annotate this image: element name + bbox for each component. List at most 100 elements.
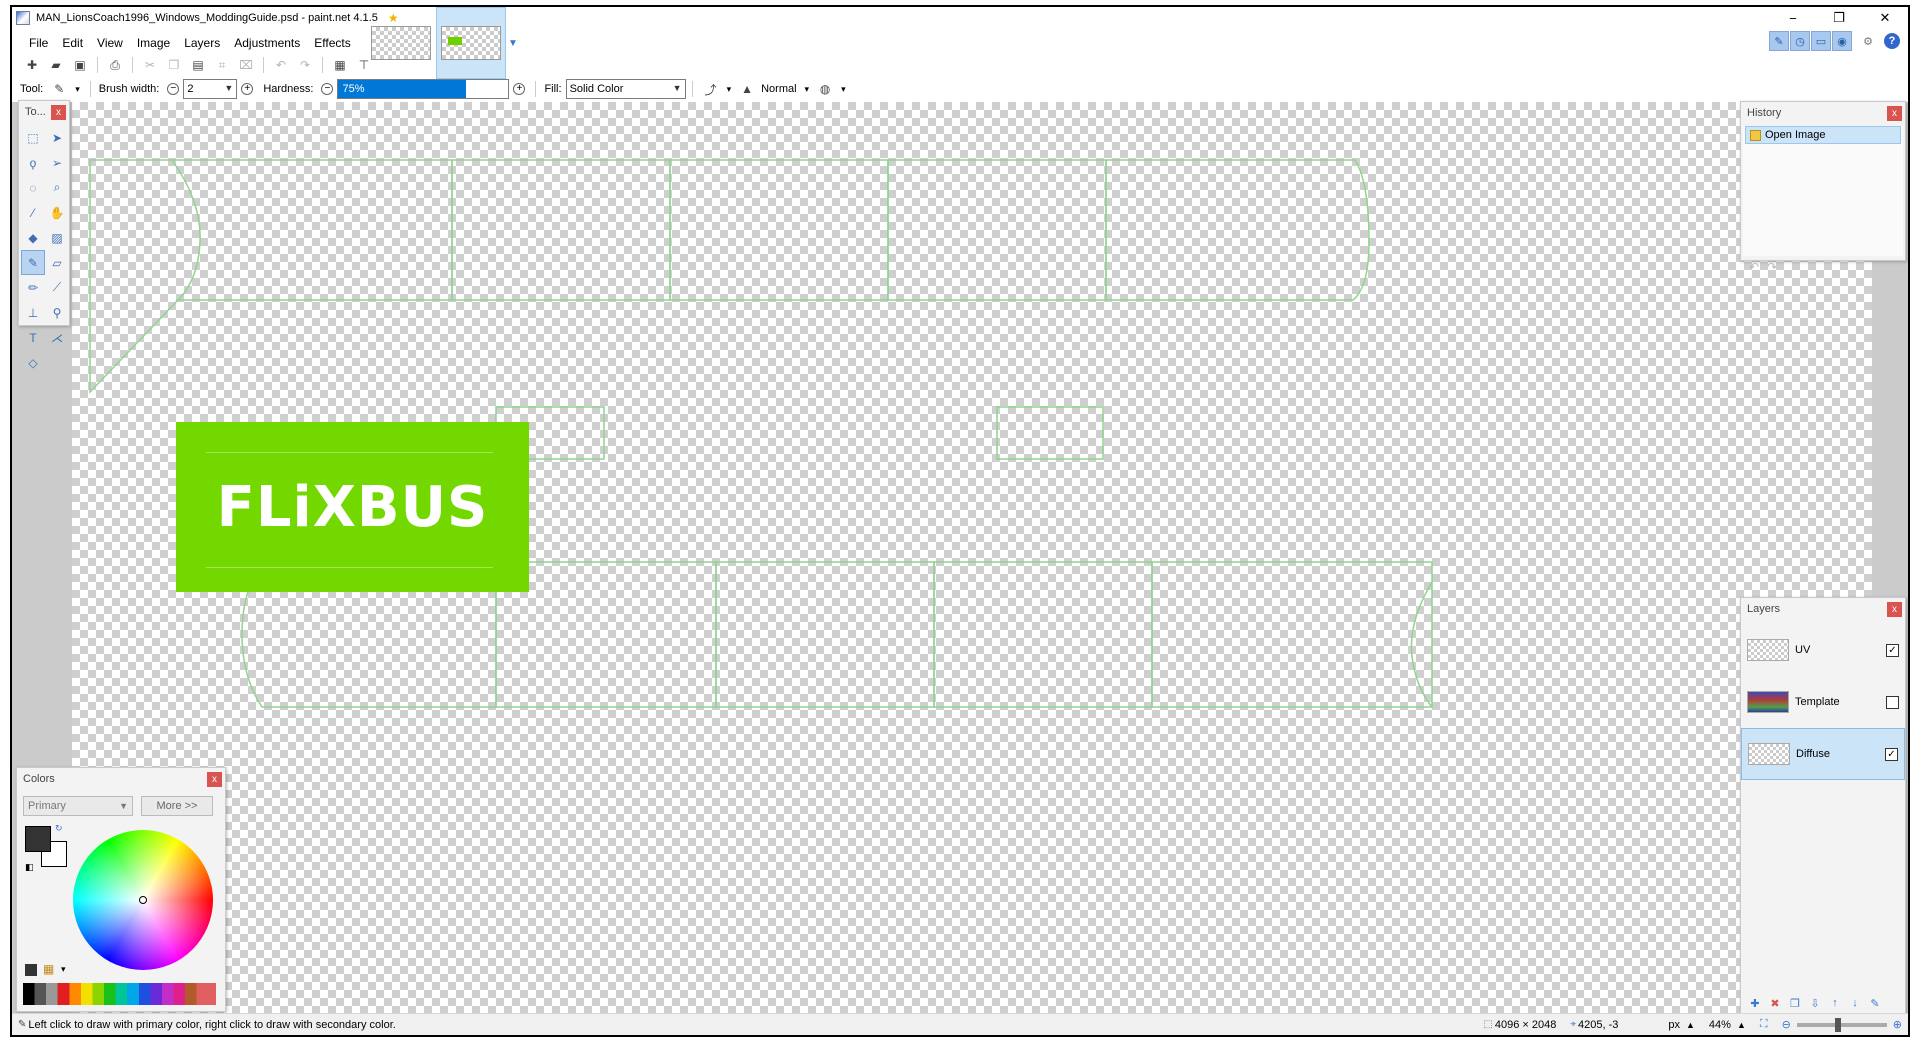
paint-bucket-icon[interactable]: ◆: [21, 225, 45, 250]
move-selection-icon[interactable]: ➢: [45, 150, 69, 175]
duplicate-layer-icon[interactable]: ❐: [1787, 995, 1803, 1011]
help-icon[interactable]: ?: [1884, 33, 1900, 49]
redo-icon[interactable]: ↷: [296, 56, 314, 74]
swap-colors-icon[interactable]: ↻: [55, 823, 63, 834]
blend-mode-dropdown-icon[interactable]: ▾: [805, 84, 810, 95]
move-layer-up-icon[interactable]: ↑: [1827, 995, 1843, 1011]
hardness-slider[interactable]: 75%: [337, 79, 510, 99]
merge-layer-icon[interactable]: ⇩: [1807, 995, 1823, 1011]
menu-edit[interactable]: Edit: [55, 36, 90, 50]
blend-mode-value[interactable]: Normal: [761, 83, 796, 95]
layers-window-icon[interactable]: ▭: [1811, 31, 1831, 51]
menu-layers[interactable]: Layers: [177, 36, 227, 50]
menu-effects[interactable]: Effects: [307, 36, 357, 50]
line-curve-icon[interactable]: ⋌: [45, 325, 69, 350]
tools-window-icon[interactable]: ✎: [1769, 31, 1789, 51]
hardness-decrease-icon[interactable]: −: [321, 83, 334, 95]
crop-icon[interactable]: ⌗: [213, 56, 231, 74]
document-list-dropdown-icon[interactable]: ▼: [506, 7, 520, 79]
open-folder-icon[interactable]: ▰: [47, 56, 65, 74]
menu-image[interactable]: Image: [130, 36, 177, 50]
more-colors-button[interactable]: More >>: [141, 796, 213, 816]
zoom-icon[interactable]: ⌕: [45, 175, 69, 200]
magic-wand-icon[interactable]: ⁄: [21, 200, 45, 225]
colors-window-icon[interactable]: ◉: [1832, 31, 1852, 51]
recolor-icon[interactable]: ⚲: [45, 300, 69, 325]
layer-properties-icon[interactable]: ✎: [1867, 995, 1883, 1011]
layer-visibility-checkbox[interactable]: ✓: [1886, 643, 1899, 657]
new-image-icon[interactable]: ✚: [23, 56, 41, 74]
tool-dropdown-icon[interactable]: ▾: [75, 84, 80, 95]
paintbrush-tool-icon[interactable]: ✎: [50, 80, 68, 98]
grid-icon[interactable]: ▦: [331, 56, 349, 74]
palette-menu-icon[interactable]: ▦: [43, 962, 54, 976]
history-undo-icon[interactable]: ↶: [1749, 260, 1759, 274]
image-canvas[interactable]: FLiXBUS: [72, 102, 1872, 1017]
eraser-icon[interactable]: ▱: [45, 250, 69, 275]
color-picker-icon[interactable]: ⟋: [45, 275, 69, 300]
cut-icon[interactable]: ✂: [141, 56, 159, 74]
delete-layer-icon[interactable]: ✖: [1767, 995, 1783, 1011]
lasso-select-icon[interactable]: ϙ: [21, 150, 45, 175]
close-icon[interactable]: x: [51, 105, 66, 120]
zoom-slider[interactable]: [1796, 1017, 1887, 1032]
primary-color-swatch[interactable]: [25, 826, 51, 852]
unit-select[interactable]: px ▲: [1668, 1019, 1695, 1031]
document-thumb-1[interactable]: [366, 7, 436, 79]
ruler-icon[interactable]: ⊤: [355, 56, 373, 74]
minimize-button[interactable]: −: [1770, 7, 1816, 29]
palette-dropdown-icon[interactable]: ▾: [61, 964, 66, 975]
maximize-button[interactable]: ❐: [1816, 7, 1862, 29]
clone-stamp-icon[interactable]: ⊥: [21, 300, 45, 325]
close-icon[interactable]: x: [1887, 106, 1902, 121]
reset-colors-icon[interactable]: ◧: [25, 862, 34, 873]
menu-view[interactable]: View: [90, 36, 130, 50]
antialiasing-icon[interactable]: ⤴: [702, 80, 720, 98]
zoom-slider-thumb[interactable]: [1834, 1017, 1841, 1032]
history-redo-icon[interactable]: ↷: [1767, 260, 1777, 274]
copy-icon[interactable]: ❐: [165, 56, 183, 74]
pan-hand-icon[interactable]: ✋: [45, 200, 69, 225]
undo-icon[interactable]: ↶: [272, 56, 290, 74]
save-icon[interactable]: ▣: [71, 56, 89, 74]
palette-primary-mini-icon[interactable]: [25, 964, 37, 976]
brush-width-increase-icon[interactable]: +: [241, 83, 254, 95]
deselect-icon[interactable]: ⌧: [237, 56, 255, 74]
menu-adjustments[interactable]: Adjustments: [227, 36, 307, 50]
move-selected-pixels-icon[interactable]: ➤: [45, 125, 69, 150]
fill-mode-select[interactable]: Solid Color ▼: [565, 79, 686, 99]
paste-icon[interactable]: ▤: [189, 56, 207, 74]
hardness-increase-icon[interactable]: +: [513, 83, 526, 95]
brush-width-decrease-icon[interactable]: −: [167, 83, 180, 95]
add-layer-icon[interactable]: ✚: [1747, 995, 1763, 1011]
paintbrush-icon[interactable]: ✎: [21, 250, 45, 275]
zoom-select[interactable]: 44% ▲: [1709, 1019, 1746, 1031]
close-button[interactable]: ✕: [1862, 7, 1908, 29]
layer-visibility-checkbox[interactable]: ✓: [1885, 747, 1898, 761]
antialiasing-dropdown-icon[interactable]: ▾: [727, 84, 732, 95]
layer-row[interactable]: Template: [1741, 676, 1905, 728]
move-layer-down-icon[interactable]: ↓: [1847, 995, 1863, 1011]
color-mode-select[interactable]: Primary ▼: [23, 796, 133, 816]
close-icon[interactable]: x: [207, 772, 222, 787]
rectangle-select-icon[interactable]: ⬚: [21, 125, 45, 150]
settings-gear-icon[interactable]: ⚙: [1858, 31, 1878, 51]
alpha-blending-icon[interactable]: ◍: [816, 80, 834, 98]
zoom-to-window-icon[interactable]: ⛶: [1760, 1018, 1768, 1031]
pencil-icon[interactable]: ✏: [21, 275, 45, 300]
document-thumb-2[interactable]: [436, 7, 506, 79]
zoom-in-icon[interactable]: ⊕: [1893, 1018, 1902, 1031]
layer-row[interactable]: UV ✓: [1741, 624, 1905, 676]
history-item[interactable]: Open Image: [1745, 126, 1901, 144]
brush-width-combo[interactable]: 2 ▼: [183, 79, 238, 99]
ellipse-select-icon[interactable]: ◌: [21, 175, 45, 200]
print-icon[interactable]: ⎙: [106, 56, 124, 74]
zoom-out-icon[interactable]: ⊖: [1782, 1018, 1791, 1031]
menu-file[interactable]: File: [22, 36, 55, 50]
blend-mode-icon[interactable]: ▲: [738, 80, 756, 98]
text-icon[interactable]: T: [21, 325, 45, 350]
shapes-icon[interactable]: ◇: [21, 350, 45, 375]
layer-visibility-checkbox[interactable]: [1886, 695, 1899, 709]
history-window-icon[interactable]: ◷: [1790, 31, 1810, 51]
close-icon[interactable]: x: [1887, 602, 1902, 617]
